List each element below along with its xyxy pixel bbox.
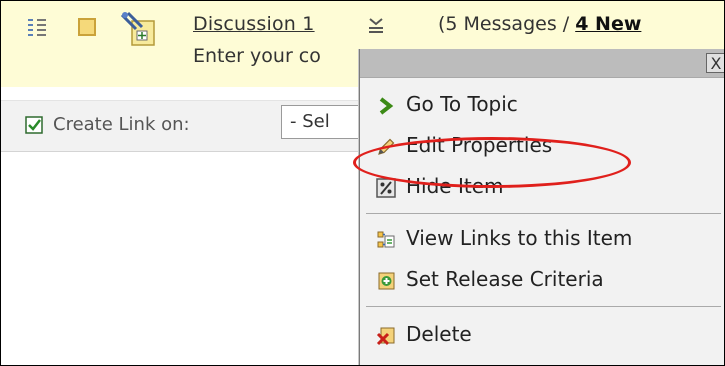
menu-item-delete[interactable]: Delete — [360, 317, 724, 355]
delete-icon — [376, 327, 395, 346]
select-checkbox[interactable] — [78, 18, 96, 36]
view-links-icon — [377, 231, 395, 248]
reorder-icon[interactable] — [25, 16, 49, 40]
topic-description: Enter your co — [193, 45, 321, 67]
context-menu-trigger-icon[interactable] — [367, 15, 385, 37]
menu-separator — [366, 306, 721, 307]
menu-item-label: Go To Topic — [406, 92, 518, 116]
new-messages-link[interactable]: 4 New — [575, 13, 641, 35]
menu-item-set-release-criteria[interactable]: Set Release Criteria — [360, 262, 724, 300]
message-count: (5 Messages / 4 New — [438, 13, 641, 35]
discussion-topic-icon — [120, 11, 155, 46]
green-arrow-icon — [379, 97, 394, 115]
release-criteria-icon — [378, 272, 395, 290]
checkmark-icon — [25, 116, 43, 134]
menu-titlebar: X — [360, 49, 724, 78]
highlight-ellipse — [353, 137, 631, 188]
create-link-label: Create Link on: — [53, 114, 190, 135]
close-icon[interactable]: X — [706, 53, 724, 73]
menu-separator — [366, 213, 721, 214]
menu-item-label: View Links to this Item — [406, 226, 633, 250]
menu-item-label: Delete — [406, 322, 472, 346]
menu-item-view-links[interactable]: View Links to this Item — [360, 221, 724, 259]
menu-item-go-to-topic[interactable]: Go To Topic — [360, 87, 724, 125]
topic-title-link[interactable]: Discussion 1 — [193, 13, 315, 35]
app-frame: Discussion 1 (5 Messages / 4 New Enter y… — [0, 0, 725, 366]
message-count-text: (5 Messages / — [438, 13, 576, 35]
hide-item-icon — [376, 178, 396, 198]
menu-item-label: Set Release Criteria — [406, 267, 604, 291]
context-menu: X Go To Topic Edit Properties Hide Item — [359, 49, 724, 365]
